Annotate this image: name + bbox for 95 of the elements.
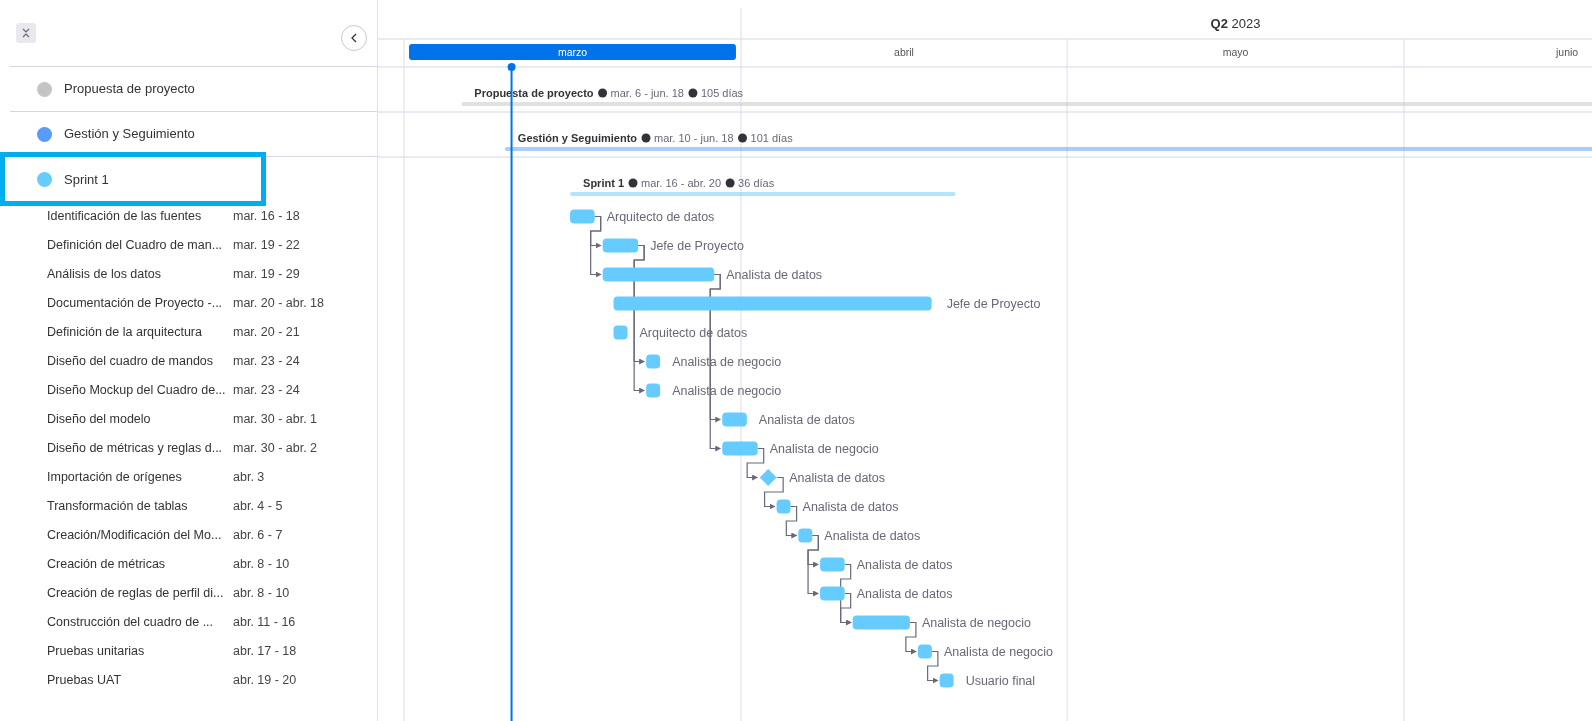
task-bar[interactable] [939,673,954,688]
separator-dot-icon [628,178,638,188]
assignee-label: Analista de datos [856,587,953,601]
group-dates: mar. 10 - jun. 18 [654,132,734,144]
quarter-label: Q2 2023 [1210,16,1261,31]
task-dates: mar. 19 - 22 [233,237,300,255]
task-bar[interactable] [722,441,758,456]
group-name[interactable]: Propuesta de proyecto [64,79,195,99]
assignee-label: Analista de negocio [921,616,1031,630]
task-bar[interactable] [917,644,932,659]
assignee-label: Jefe de Proyecto [946,297,1041,311]
task-dates: mar. 19 - 29 [233,266,300,284]
assignee-label: Analista de datos [789,471,886,485]
task-name[interactable]: Pruebas unitarias [47,642,233,661]
task-dates: abr. 8 - 10 [233,585,290,603]
assignee-label: Jefe de Proyecto [650,239,744,253]
collapse-panel-button[interactable] [341,25,367,51]
assignee-label: Analista de datos [824,529,921,543]
task-dates: mar. 20 - abr. 18 [233,295,325,313]
task-name[interactable]: Definición del Cuadro de man... [47,236,233,255]
assignee-label: Analista de datos [726,268,823,282]
month-tab[interactable]: marzo [409,44,736,60]
task-name[interactable]: Diseño Mockup del Cuadro de... [47,381,233,400]
task-name[interactable]: Creación de reglas de perfil di... [47,584,233,603]
task-name[interactable]: Creación/Modificación del Mo... [47,526,233,545]
task-bar[interactable] [613,325,628,340]
group-duration: 105 días [700,87,744,99]
dependency-arrow [746,447,765,481]
group-name[interactable]: Sprint 1 [64,169,109,190]
task-dates: abr. 3 [233,469,265,487]
task-bar[interactable] [646,354,661,369]
task-bar[interactable] [602,238,639,253]
task-name[interactable]: Creación de métricas [47,555,233,574]
separator-dot-icon [725,178,735,188]
task-dates: abr. 19 - 20 [233,672,297,690]
task-name[interactable]: Pruebas UAT [47,671,233,690]
group-dates: mar. 16 - abr. 20 [641,177,722,189]
task-dates: abr. 11 - 16 [233,614,296,632]
task-name[interactable]: Análisis de los datos [47,265,233,284]
month-label[interactable]: mayo [1222,46,1249,58]
separator-dot-icon [598,88,608,98]
assignee-label: Analista de datos [856,558,953,572]
task-name[interactable]: Diseño del modelo [47,410,233,429]
assignee-label: Analista de negocio [769,442,879,456]
separator-dot-icon [641,133,651,143]
task-dates: mar. 20 - 21 [233,324,300,342]
assignee-label: Analista de datos [802,500,899,514]
month-label[interactable]: junio [1556,46,1579,58]
separator-dot-icon [738,133,747,143]
task-bar[interactable] [798,528,813,543]
assignee-label: Analista de negocio [943,645,1053,659]
separator-dot-icon [688,88,698,98]
month-label[interactable]: abril [894,46,914,58]
group-title: Sprint 1 [583,177,624,189]
group-dates: mar. 6 - jun. 18 [610,87,684,99]
collapse-icon [21,27,31,39]
task-dates: abr. 6 - 7 [233,527,283,545]
task-name[interactable]: Definición de la arquitectura [47,323,233,342]
dependency-arrow [905,621,917,655]
task-bar[interactable] [852,615,910,630]
task-name[interactable]: Diseño del cuadro de mandos [47,352,233,371]
task-dates: mar. 16 - 18 [233,208,300,226]
task-bar[interactable] [820,557,845,572]
collapse-all-button[interactable] [16,23,36,43]
dependency-arrow [927,650,939,684]
task-dates: abr. 4 - 5 [233,498,283,516]
assignee-label: Analista de datos [758,413,855,427]
group-bar[interactable] [570,192,956,196]
task-dates: mar. 30 - abr. 2 [233,440,318,458]
assignee-label: Usuario final [965,674,1036,688]
task-dates: abr. 8 - 10 [233,556,290,574]
task-name[interactable]: Transformación de tablas [47,497,233,516]
assignee-label: Arquitecto de datos [606,210,715,224]
task-name[interactable]: Construcción del cuadro de ... [47,613,233,632]
group-name[interactable]: Gestión y Seguimiento [64,124,195,144]
task-bar[interactable] [820,586,845,601]
task-name[interactable]: Diseño de métricas y reglas d... [47,439,233,458]
group-duration: 36 días [738,177,775,189]
task-bar[interactable] [613,296,932,311]
task-name[interactable]: Documentación de Proyecto -... [47,294,233,313]
task-name[interactable]: Importación de orígenes [47,468,233,487]
task-dates: mar. 30 - abr. 1 [233,411,318,429]
task-bar[interactable] [722,412,747,427]
task-dates: mar. 23 - 24 [233,382,300,400]
task-dates: mar. 23 - 24 [233,353,300,371]
group-title: Gestión y Seguimiento [517,132,637,144]
task-name[interactable]: Identificación de las fuentes [47,207,233,226]
task-bar[interactable] [776,499,791,514]
task-dates: abr. 17 - 18 [233,643,297,661]
group-bar[interactable] [504,147,1592,151]
task-bar[interactable] [570,209,595,224]
task-bar[interactable] [646,383,661,398]
group-duration: 101 días [750,132,793,144]
chevron-left-icon [350,33,358,43]
task-bar[interactable] [602,267,715,282]
